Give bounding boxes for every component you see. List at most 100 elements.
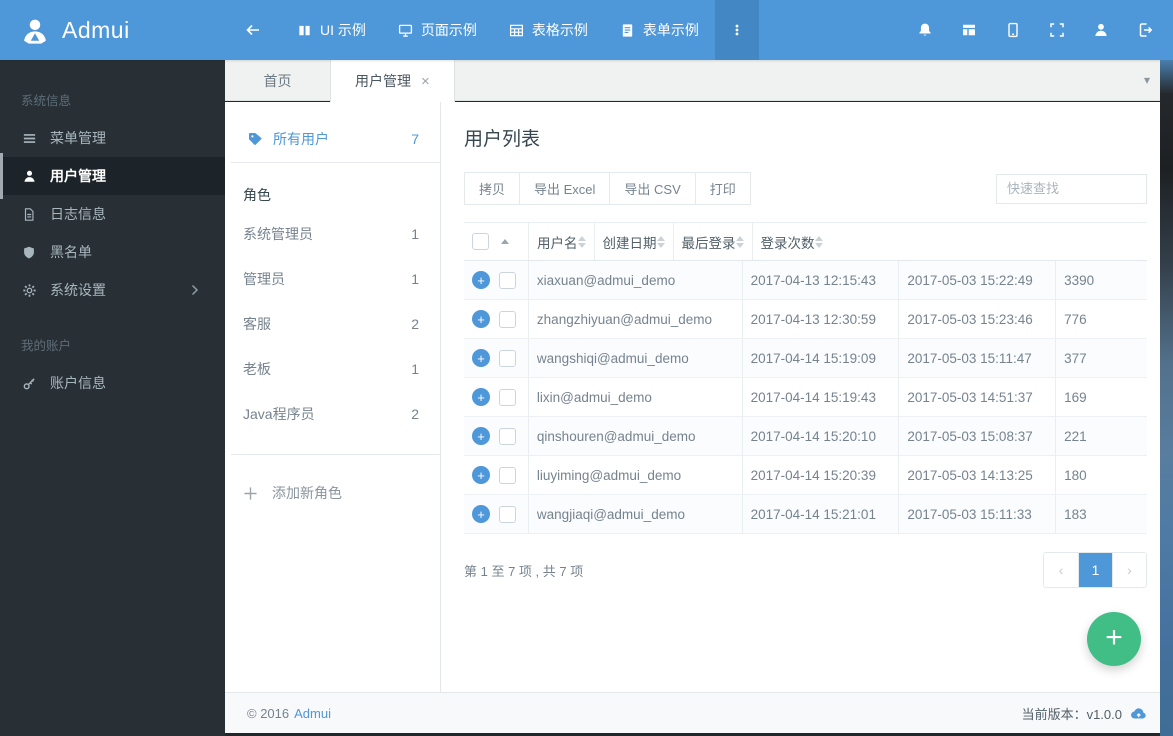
created-date-cell: 2017-04-14 15:20:39	[741, 456, 899, 494]
column-header[interactable]: 用户名	[528, 223, 594, 260]
quick-search-input[interactable]	[996, 173, 1147, 204]
toolbar-button[interactable]: 拷贝	[464, 172, 521, 205]
logout-button[interactable]	[1123, 0, 1167, 60]
nav-back-button[interactable]	[225, 0, 281, 60]
sort-asc-icon	[501, 239, 509, 244]
pagination-next-button[interactable]: ›	[1112, 553, 1146, 587]
toolbar-button[interactable]: 导出 Excel	[519, 172, 611, 205]
fullscreen-button[interactable]	[1035, 0, 1079, 60]
sidebar: 系统信息 菜单管理 用户管理 日志信息 黑名单 系统设置 我的账户 账户信息	[0, 60, 225, 736]
sidebar-item-log-info[interactable]: 日志信息	[0, 195, 225, 233]
role-filter-item[interactable]: 系统管理员 1	[225, 211, 440, 256]
sidebar-item-system-settings[interactable]: 系统设置	[0, 271, 225, 309]
row-checkbox[interactable]	[499, 388, 516, 406]
brand-logo[interactable]: Admui	[0, 0, 225, 60]
expand-row-button[interactable]: +	[472, 466, 490, 484]
sidebar-item-account-info[interactable]: 账户信息	[0, 364, 225, 402]
nav-more-button[interactable]	[714, 0, 759, 60]
gear-icon	[21, 283, 37, 298]
expand-row-button[interactable]: +	[472, 427, 490, 445]
filter-all-users[interactable]: 所有用户 7	[225, 116, 440, 162]
row-checkbox[interactable]	[499, 505, 516, 523]
expand-row-button[interactable]: +	[472, 388, 490, 406]
close-icon[interactable]: ×	[421, 74, 430, 89]
role-filter-item[interactable]: Java程序员 2	[225, 391, 440, 436]
login-count-cell: 169	[1055, 378, 1147, 416]
row-checkbox[interactable]	[499, 271, 516, 289]
expand-row-button[interactable]: +	[472, 271, 490, 289]
select-all-header-cell[interactable]	[464, 223, 528, 260]
table-toolbar: 拷贝 导出 Excel 导出 CSV 打印	[464, 172, 1147, 205]
pagination-page-1[interactable]: 1	[1078, 553, 1112, 587]
row-checkbox[interactable]	[499, 427, 516, 445]
username-cell: qinshouren@admui_demo	[527, 417, 742, 455]
add-user-fab-button[interactable]: +	[1087, 612, 1141, 666]
tab-user-management[interactable]: 用户管理 ×	[330, 60, 455, 102]
pagination-prev-button[interactable]: ‹	[1044, 553, 1078, 587]
sidebar-item-user-management[interactable]: 用户管理	[0, 153, 225, 199]
login-count-cell: 180	[1055, 456, 1147, 494]
add-role-button[interactable]: 添加新角色	[225, 471, 440, 515]
nav-item-table-samples[interactable]: 表格示例	[493, 0, 604, 60]
version-label: 当前版本：v1.0.0	[1021, 706, 1122, 722]
role-filter-item[interactable]: 管理员 1	[225, 256, 440, 301]
footer-brand-link[interactable]: Admui	[294, 706, 331, 721]
column-header-label: 登录次数	[760, 235, 815, 251]
cloud-upload-icon[interactable]	[1130, 706, 1147, 721]
row-controls-cell: +	[464, 378, 528, 416]
user-icon	[1093, 22, 1109, 38]
nav-item-form-samples[interactable]: 表单示例	[604, 0, 715, 60]
row-checkbox[interactable]	[499, 349, 516, 367]
sidebar-item-menu-management[interactable]: 菜单管理	[0, 119, 225, 157]
column-header-label: 创建日期	[602, 235, 657, 251]
table-footer: 第 1 至 7 项 , 共 7 项 ‹ 1 ›	[464, 552, 1147, 588]
nav-item-page-samples[interactable]: 页面示例	[382, 0, 493, 60]
pagination: ‹ 1 ›	[1043, 552, 1147, 588]
tab-list-dropdown[interactable]: ▾	[1134, 73, 1160, 87]
column-header[interactable]: 登录次数	[751, 223, 831, 260]
expand-row-button[interactable]: +	[472, 349, 490, 367]
tab-home[interactable]: 首页	[225, 60, 330, 101]
table-icon	[509, 23, 524, 38]
layout-toggle-button[interactable]	[947, 0, 991, 60]
login-count-cell: 377	[1055, 339, 1147, 377]
expand-icon	[1049, 22, 1065, 38]
login-count-cell: 221	[1055, 417, 1147, 455]
expand-row-button[interactable]: +	[472, 505, 490, 523]
toolbar-button[interactable]: 打印	[694, 172, 751, 205]
column-header[interactable]: 最后登录	[672, 223, 752, 260]
nav-item-label: UI 示例	[320, 22, 366, 38]
role-filter-item[interactable]: 客服 2	[225, 301, 440, 346]
expand-row-button[interactable]: +	[472, 310, 490, 328]
row-checkbox[interactable]	[499, 466, 516, 484]
row-controls-cell: +	[464, 456, 528, 494]
role-count: 1	[411, 225, 419, 242]
column-header[interactable]: 创建日期	[593, 223, 673, 260]
row-controls-cell: +	[464, 417, 528, 455]
username-cell: zhangzhiyuan@admui_demo	[527, 300, 742, 338]
sidebar-section-system: 系统信息	[21, 94, 72, 108]
created-date-cell: 2017-04-13 12:15:43	[741, 261, 899, 299]
username-cell: wangjiaqi@admui_demo	[527, 495, 742, 533]
last-login-cell: 2017-05-03 15:11:47	[898, 339, 1055, 377]
select-all-checkbox[interactable]	[472, 233, 489, 250]
brand-name: Admui	[62, 16, 130, 43]
mobile-preview-button[interactable]	[991, 0, 1035, 60]
nav-item-ui-samples[interactable]: UI 示例	[281, 0, 382, 60]
user-menu-button[interactable]	[1079, 0, 1123, 60]
user-list-section: 用户列表 拷贝 导出 Excel 导出 CSV 打印 快速查找 用户名 创建日期…	[442, 102, 1160, 692]
toolbar-button[interactable]: 导出 CSV	[609, 172, 696, 205]
nav-item-label: 页面示例	[420, 22, 477, 38]
export-button-group: 拷贝 导出 Excel 导出 CSV 打印	[464, 172, 751, 205]
notifications-button[interactable]	[903, 0, 947, 60]
row-controls-cell: +	[464, 495, 528, 533]
file-text-icon	[21, 207, 37, 222]
role-name: 客服	[243, 315, 271, 332]
key-icon	[21, 376, 37, 391]
role-count: 1	[411, 360, 419, 377]
sidebar-item-blacklist[interactable]: 黑名单	[0, 233, 225, 271]
role-filter-item[interactable]: 老板 1	[225, 346, 440, 391]
roles-list: 系统管理员 1 管理员 1 客服 2 老板 1 Java程序员 2	[225, 211, 440, 436]
row-checkbox[interactable]	[499, 310, 516, 328]
layout-icon	[961, 22, 977, 38]
